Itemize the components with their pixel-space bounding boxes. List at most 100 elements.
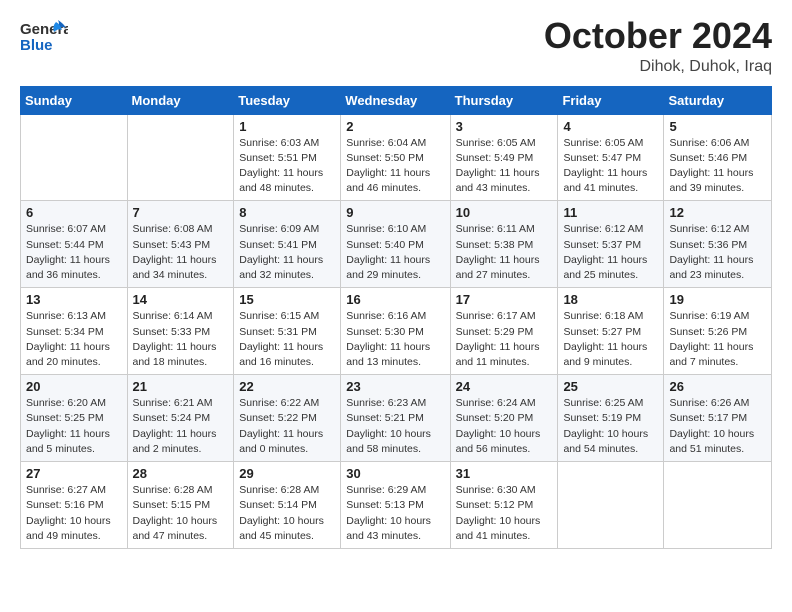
calendar-cell: 16Sunrise: 6:16 AM Sunset: 5:30 PM Dayli… [341, 288, 450, 375]
calendar-cell: 11 Sunrise: 6:12 AM Sunset: 5:37 PM Dayli… [558, 201, 664, 288]
calendar-cell: 20 Sunrise: 6:20 AM Sunset: 5:25 PM Dayli… [21, 375, 128, 462]
day-detail: Sunrise: 6:29 AM Sunset: 5:13 PM Dayligh… [346, 483, 444, 544]
logo-icon: General Blue [20, 18, 68, 56]
calendar-week-row: 20 Sunrise: 6:20 AM Sunset: 5:25 PM Dayli… [21, 375, 772, 462]
day-number: 21 [133, 379, 229, 394]
calendar-cell [21, 114, 128, 201]
weekday-header-monday: Monday [127, 86, 234, 114]
calendar-cell [558, 462, 664, 549]
day-detail: Sunrise: 6:28 AM Sunset: 5:14 PM Dayligh… [239, 483, 335, 544]
day-number: 18 [563, 292, 658, 307]
calendar-cell: 7 Sunrise: 6:08 AM Sunset: 5:43 PM Daylig… [127, 201, 234, 288]
calendar-cell: 24Sunrise: 6:24 AM Sunset: 5:20 PM Dayli… [450, 375, 558, 462]
svg-text:Blue: Blue [20, 37, 53, 54]
day-detail: Sunrise: 6:27 AM Sunset: 5:16 PM Dayligh… [26, 483, 122, 544]
day-number: 12 [669, 205, 766, 220]
weekday-header-sunday: Sunday [21, 86, 128, 114]
calendar-cell: 12 Sunrise: 6:12 AM Sunset: 5:36 PM Dayli… [664, 201, 772, 288]
calendar-week-row: 13 Sunrise: 6:13 AM Sunset: 5:34 PM Dayli… [21, 288, 772, 375]
location-title: Dihok, Duhok, Iraq [544, 58, 772, 76]
day-detail: Sunrise: 6:04 AM Sunset: 5:50 PM Dayligh… [346, 136, 444, 197]
day-number: 6 [26, 205, 122, 220]
day-number: 27 [26, 466, 122, 481]
day-detail: Sunrise: 6:12 AM Sunset: 5:36 PM Dayligh… [669, 222, 766, 283]
calendar-week-row: 1Sunrise: 6:03 AM Sunset: 5:51 PM Daylig… [21, 114, 772, 201]
day-number: 14 [133, 292, 229, 307]
day-detail: Sunrise: 6:08 AM Sunset: 5:43 PM Dayligh… [133, 222, 229, 283]
title-block: October 2024 Dihok, Duhok, Iraq [544, 16, 772, 76]
calendar-cell: 13 Sunrise: 6:13 AM Sunset: 5:34 PM Dayli… [21, 288, 128, 375]
day-number: 1 [239, 119, 335, 134]
day-number: 26 [669, 379, 766, 394]
calendar-cell: 8Sunrise: 6:09 AM Sunset: 5:41 PM Daylig… [234, 201, 341, 288]
logo: General Blue [20, 16, 68, 56]
day-detail: Sunrise: 6:10 AM Sunset: 5:40 PM Dayligh… [346, 222, 444, 283]
calendar-cell: 31Sunrise: 6:30 AM Sunset: 5:12 PM Dayli… [450, 462, 558, 549]
day-detail: Sunrise: 6:06 AM Sunset: 5:46 PM Dayligh… [669, 136, 766, 197]
day-detail: Sunrise: 6:12 AM Sunset: 5:37 PM Dayligh… [563, 222, 658, 283]
calendar-cell: 28 Sunrise: 6:28 AM Sunset: 5:15 PM Dayli… [127, 462, 234, 549]
calendar-cell: 19 Sunrise: 6:19 AM Sunset: 5:26 PM Dayli… [664, 288, 772, 375]
day-number: 3 [456, 119, 553, 134]
day-detail: Sunrise: 6:21 AM Sunset: 5:24 PM Dayligh… [133, 396, 229, 457]
calendar-table: SundayMondayTuesdayWednesdayThursdayFrid… [20, 86, 772, 549]
calendar-cell: 21 Sunrise: 6:21 AM Sunset: 5:24 PM Dayli… [127, 375, 234, 462]
calendar-week-row: 27 Sunrise: 6:27 AM Sunset: 5:16 PM Dayli… [21, 462, 772, 549]
day-number: 20 [26, 379, 122, 394]
calendar-cell: 10 Sunrise: 6:11 AM Sunset: 5:38 PM Dayli… [450, 201, 558, 288]
page: General Blue October 2024 Dihok, Duhok, … [0, 0, 792, 612]
day-number: 29 [239, 466, 335, 481]
day-number: 2 [346, 119, 444, 134]
calendar-cell: 30 Sunrise: 6:29 AM Sunset: 5:13 PM Dayli… [341, 462, 450, 549]
day-detail: Sunrise: 6:15 AM Sunset: 5:31 PM Dayligh… [239, 309, 335, 370]
month-title: October 2024 [544, 16, 772, 56]
weekday-header-row: SundayMondayTuesdayWednesdayThursdayFrid… [21, 86, 772, 114]
calendar-cell: 1Sunrise: 6:03 AM Sunset: 5:51 PM Daylig… [234, 114, 341, 201]
calendar-cell: 18 Sunrise: 6:18 AM Sunset: 5:27 PM Dayli… [558, 288, 664, 375]
day-number: 30 [346, 466, 444, 481]
day-number: 22 [239, 379, 335, 394]
day-number: 24 [456, 379, 553, 394]
weekday-header-tuesday: Tuesday [234, 86, 341, 114]
calendar-cell: 14 Sunrise: 6:14 AM Sunset: 5:33 PM Dayli… [127, 288, 234, 375]
day-number: 28 [133, 466, 229, 481]
day-detail: Sunrise: 6:05 AM Sunset: 5:47 PM Dayligh… [563, 136, 658, 197]
day-detail: Sunrise: 6:18 AM Sunset: 5:27 PM Dayligh… [563, 309, 658, 370]
day-detail: Sunrise: 6:22 AM Sunset: 5:22 PM Dayligh… [239, 396, 335, 457]
day-number: 5 [669, 119, 766, 134]
calendar-cell: 29 Sunrise: 6:28 AM Sunset: 5:14 PM Dayli… [234, 462, 341, 549]
day-number: 7 [133, 205, 229, 220]
weekday-header-friday: Friday [558, 86, 664, 114]
day-number: 13 [26, 292, 122, 307]
day-detail: Sunrise: 6:13 AM Sunset: 5:34 PM Dayligh… [26, 309, 122, 370]
calendar-cell: 6Sunrise: 6:07 AM Sunset: 5:44 PM Daylig… [21, 201, 128, 288]
calendar-cell: 15 Sunrise: 6:15 AM Sunset: 5:31 PM Dayli… [234, 288, 341, 375]
calendar-cell: 4Sunrise: 6:05 AM Sunset: 5:47 PM Daylig… [558, 114, 664, 201]
day-number: 8 [239, 205, 335, 220]
calendar-cell: 9 Sunrise: 6:10 AM Sunset: 5:40 PM Daylig… [341, 201, 450, 288]
day-number: 19 [669, 292, 766, 307]
day-number: 9 [346, 205, 444, 220]
day-detail: Sunrise: 6:11 AM Sunset: 5:38 PM Dayligh… [456, 222, 553, 283]
day-detail: Sunrise: 6:19 AM Sunset: 5:26 PM Dayligh… [669, 309, 766, 370]
day-number: 31 [456, 466, 553, 481]
weekday-header-thursday: Thursday [450, 86, 558, 114]
weekday-header-wednesday: Wednesday [341, 86, 450, 114]
calendar-cell: 25Sunrise: 6:25 AM Sunset: 5:19 PM Dayli… [558, 375, 664, 462]
calendar-week-row: 6Sunrise: 6:07 AM Sunset: 5:44 PM Daylig… [21, 201, 772, 288]
calendar-cell: 3 Sunrise: 6:05 AM Sunset: 5:49 PM Daylig… [450, 114, 558, 201]
day-number: 17 [456, 292, 553, 307]
day-detail: Sunrise: 6:14 AM Sunset: 5:33 PM Dayligh… [133, 309, 229, 370]
day-number: 10 [456, 205, 553, 220]
calendar-cell [664, 462, 772, 549]
day-number: 15 [239, 292, 335, 307]
calendar-cell: 22 Sunrise: 6:22 AM Sunset: 5:22 PM Dayli… [234, 375, 341, 462]
day-number: 23 [346, 379, 444, 394]
calendar-cell: 23Sunrise: 6:23 AM Sunset: 5:21 PM Dayli… [341, 375, 450, 462]
day-detail: Sunrise: 6:05 AM Sunset: 5:49 PM Dayligh… [456, 136, 553, 197]
day-detail: Sunrise: 6:28 AM Sunset: 5:15 PM Dayligh… [133, 483, 229, 544]
day-detail: Sunrise: 6:20 AM Sunset: 5:25 PM Dayligh… [26, 396, 122, 457]
day-number: 11 [563, 205, 658, 220]
day-number: 16 [346, 292, 444, 307]
calendar-cell: 2 Sunrise: 6:04 AM Sunset: 5:50 PM Daylig… [341, 114, 450, 201]
